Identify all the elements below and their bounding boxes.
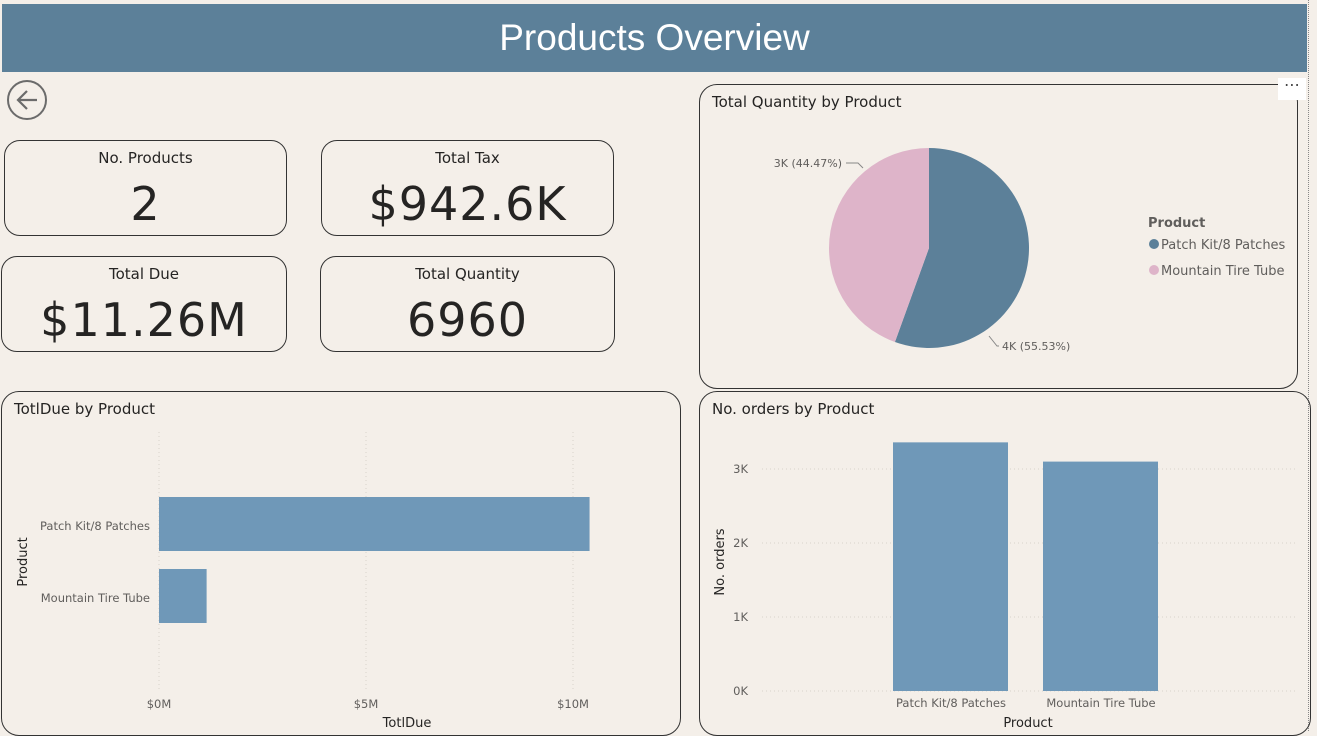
legend-item-patch-kit[interactable]: Patch Kit/8 Patches (1161, 238, 1286, 253)
card-value: $942.6K (368, 177, 567, 231)
card-total-quantity: Total Quantity 6960 (320, 256, 615, 352)
y-axis-title: No. orders (713, 528, 728, 595)
more-options-icon[interactable]: ⋯ (1278, 77, 1306, 100)
bar-patch-kit[interactable] (893, 442, 1008, 691)
card-label: No. Products (98, 149, 193, 167)
category-label: Patch Kit/8 Patches (40, 519, 150, 533)
leader-line (846, 162, 864, 169)
card-no-products: No. Products 2 (4, 140, 287, 236)
category-label: Patch Kit/8 Patches (896, 696, 1006, 710)
y-tick-label: 1K (733, 610, 748, 624)
arrow-left-icon (16, 90, 37, 110)
legend-title: Product (1148, 216, 1205, 231)
totldue-bar-chart: Patch Kit/8 Patches Mountain Tire Tube $… (16, 432, 590, 731)
pie-label-mountain-tire-tube: 3K (44.47%) (774, 157, 842, 170)
y-tick-label: 0K (733, 684, 748, 698)
y-tick-label: 3K (733, 462, 748, 476)
category-label: Mountain Tire Tube (41, 591, 150, 605)
x-axis-title: Product (1003, 716, 1052, 731)
orders-bar-chart-panel[interactable]: No. orders by Product 0K 1K 2K 3K Patch … (699, 391, 1311, 736)
legend-marker-mountain-tire-tube (1149, 265, 1159, 275)
legend-marker-patch-kit (1149, 239, 1159, 249)
legend-item-mountain-tire-tube[interactable]: Mountain Tire Tube (1161, 264, 1285, 279)
y-axis-title: Product (16, 537, 31, 586)
card-total-tax: Total Tax $942.6K (321, 140, 614, 236)
card-value: 2 (130, 177, 161, 231)
card-value: $11.26M (40, 293, 248, 347)
x-tick-label: $5M (354, 697, 379, 711)
x-axis-title: TotlDue (382, 716, 432, 731)
card-label: Total Due (108, 265, 180, 283)
page-title: Products Overview (499, 17, 810, 58)
pie-chart-panel[interactable]: Total Quantity by Product 3K (44.47%) 4K… (699, 84, 1298, 389)
bar-mountain-tire-tube[interactable] (1043, 461, 1158, 691)
bar-mountain-tire-tube[interactable] (159, 569, 207, 623)
x-tick-label: $0M (147, 697, 172, 711)
pie-chart: 3K (44.47%) 4K (55.53%) Product Patch Ki… (774, 148, 1286, 353)
category-label: Mountain Tire Tube (1046, 696, 1155, 710)
card-label: Total Tax (435, 149, 500, 167)
card-label: Total Quantity (415, 265, 520, 283)
y-tick-label: 2K (733, 536, 748, 550)
pie-label-patch-kit: 4K (55.53%) (1002, 340, 1070, 353)
card-value: 6960 (406, 293, 529, 347)
totldue-bar-chart-panel[interactable]: TotlDue by Product Patch Kit/8 Patches M… (1, 391, 681, 736)
back-button[interactable] (7, 80, 47, 120)
card-total-due: Total Due $11.26M (1, 256, 287, 352)
leader-line (988, 335, 999, 347)
x-tick-label: $10M (557, 697, 589, 711)
orders-bar-chart: 0K 1K 2K 3K Patch Kit/8 Patches Mountain… (713, 442, 1295, 731)
page-header: Products Overview (2, 4, 1307, 72)
bar-patch-kit[interactable] (159, 497, 590, 551)
